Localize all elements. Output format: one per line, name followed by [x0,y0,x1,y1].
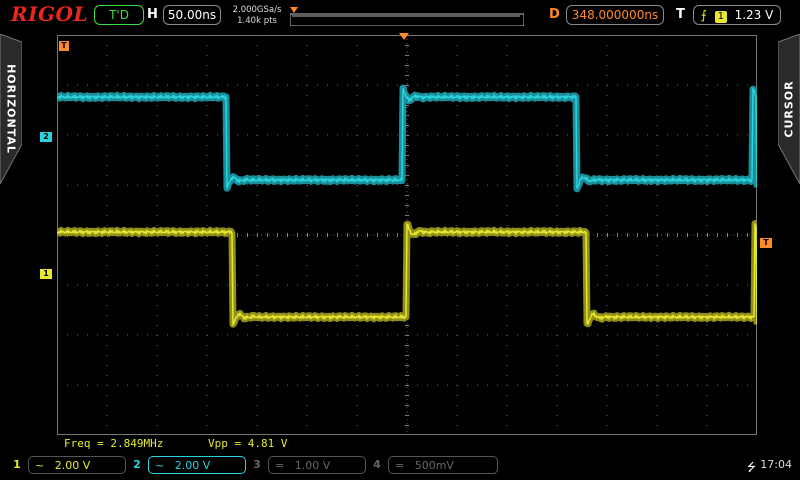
channel-2-number: 2 [133,458,141,471]
system-clock: 17:04 [760,458,792,471]
horizontal-tab-label: HORIZONTAL [4,64,18,154]
ch2-ground-marker[interactable]: 2 [40,132,52,142]
channel-status-bar: 1 ~ 2.00 V 2 ~ 2.00 V 3 = 1.00 V 4 = 500… [0,452,800,480]
trigger-level-value: 1.23 V [734,8,774,22]
dc-coupling-icon: = [275,459,285,472]
frequency-measurement: Freq = 2.849MHz [64,437,164,450]
trigger-time-marker[interactable] [399,33,409,40]
run-status-badge[interactable]: T'D [94,5,144,25]
sample-rate: 2.000GSa/s [232,5,282,15]
channel-4-number: 4 [373,458,381,471]
channel-3-scale: 1.00 V [294,459,331,472]
cursor-menu-tab[interactable]: CURSOR [778,34,800,184]
ch1-ground-marker[interactable]: 1 [40,269,52,279]
top-status-bar: RIGOL T'D H 50.00ns 2.000GSa/s 1.40k pts… [0,0,800,34]
channel-1-scale: 2.00 V [54,459,91,472]
horizontal-menu-tab[interactable]: HORIZONTAL [0,34,22,184]
dc-coupling-icon: = [395,459,405,472]
timebase-value[interactable]: 50.00ns [163,5,221,25]
channel-3-number: 3 [253,458,261,471]
channel-4-scale: 500mV [414,459,454,472]
trigger-position-bar[interactable] [290,6,524,26]
trigger-level-marker[interactable]: T [760,238,772,248]
channel-1-number: 1 [13,458,21,471]
trigger-top-left-marker: T [59,41,69,51]
trigger-source-badge: 1 [714,11,727,23]
trigger-settings[interactable]: ⨍ 1 1.23 V [693,5,781,25]
delay-label: D [549,7,560,22]
trigger-position-marker [290,7,298,13]
waveform-display[interactable] [57,35,757,435]
usb-icon: ⭍ [746,461,756,474]
rising-edge-icon: ⨍ [700,8,707,22]
channel-2-scale: 2.00 V [174,459,211,472]
brand-logo: RIGOL [11,2,89,26]
delay-value[interactable]: 348.000000ns [566,5,664,25]
ac-coupling-icon: ~ [155,459,165,472]
vpp-measurement: Vpp = 4.81 V [208,437,288,450]
memory-depth: 1.40k pts [237,16,277,26]
trigger-label: T [676,7,685,22]
cursor-tab-label: CURSOR [782,80,796,138]
ch2-persistence-trace [57,84,757,193]
horizontal-label: H [147,7,158,22]
ac-coupling-icon: ~ [35,459,45,472]
